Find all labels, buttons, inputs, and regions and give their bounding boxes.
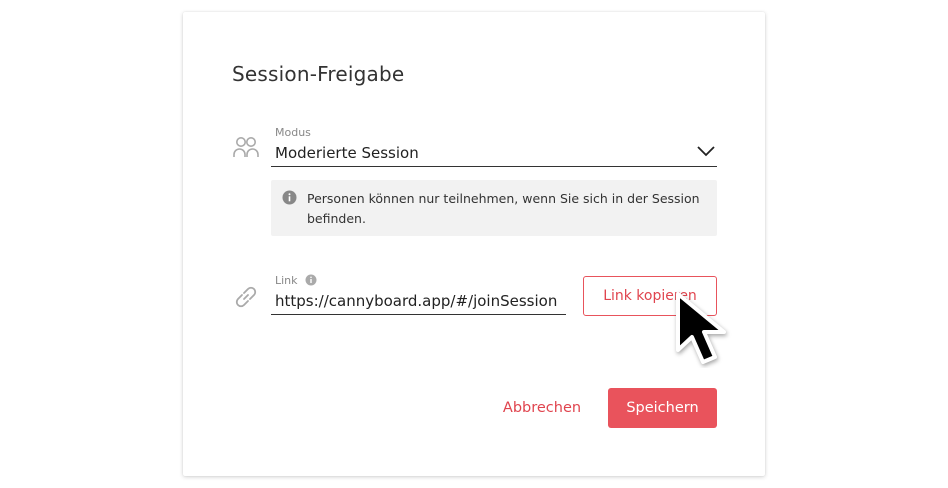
info-icon	[282, 190, 297, 205]
link-icon	[235, 286, 257, 308]
copy-link-button[interactable]: Link kopieren	[583, 276, 717, 316]
mode-label: Modus	[275, 126, 311, 139]
link-label: Link	[275, 274, 298, 287]
link-field[interactable]: https://cannyboard.app/#/joinSession	[271, 288, 566, 315]
mode-select[interactable]: Moderierte Session	[271, 140, 717, 167]
dialog-title: Session-Freigabe	[232, 62, 405, 86]
session-share-dialog: Session-Freigabe Modus Moderierte Sessio…	[183, 12, 765, 476]
cancel-button[interactable]: Abbrechen	[495, 388, 589, 428]
users-icon	[233, 137, 259, 157]
mode-selected-value: Moderierte Session	[275, 144, 419, 162]
save-button[interactable]: Speichern	[608, 388, 717, 428]
chevron-down-icon	[697, 146, 715, 157]
link-info-icon[interactable]	[305, 274, 317, 286]
link-value: https://cannyboard.app/#/joinSession	[275, 292, 558, 310]
mode-info-text: Personen können nur teilnehmen, wenn Sie…	[307, 191, 700, 226]
mode-info-box: Personen können nur teilnehmen, wenn Sie…	[271, 180, 717, 236]
